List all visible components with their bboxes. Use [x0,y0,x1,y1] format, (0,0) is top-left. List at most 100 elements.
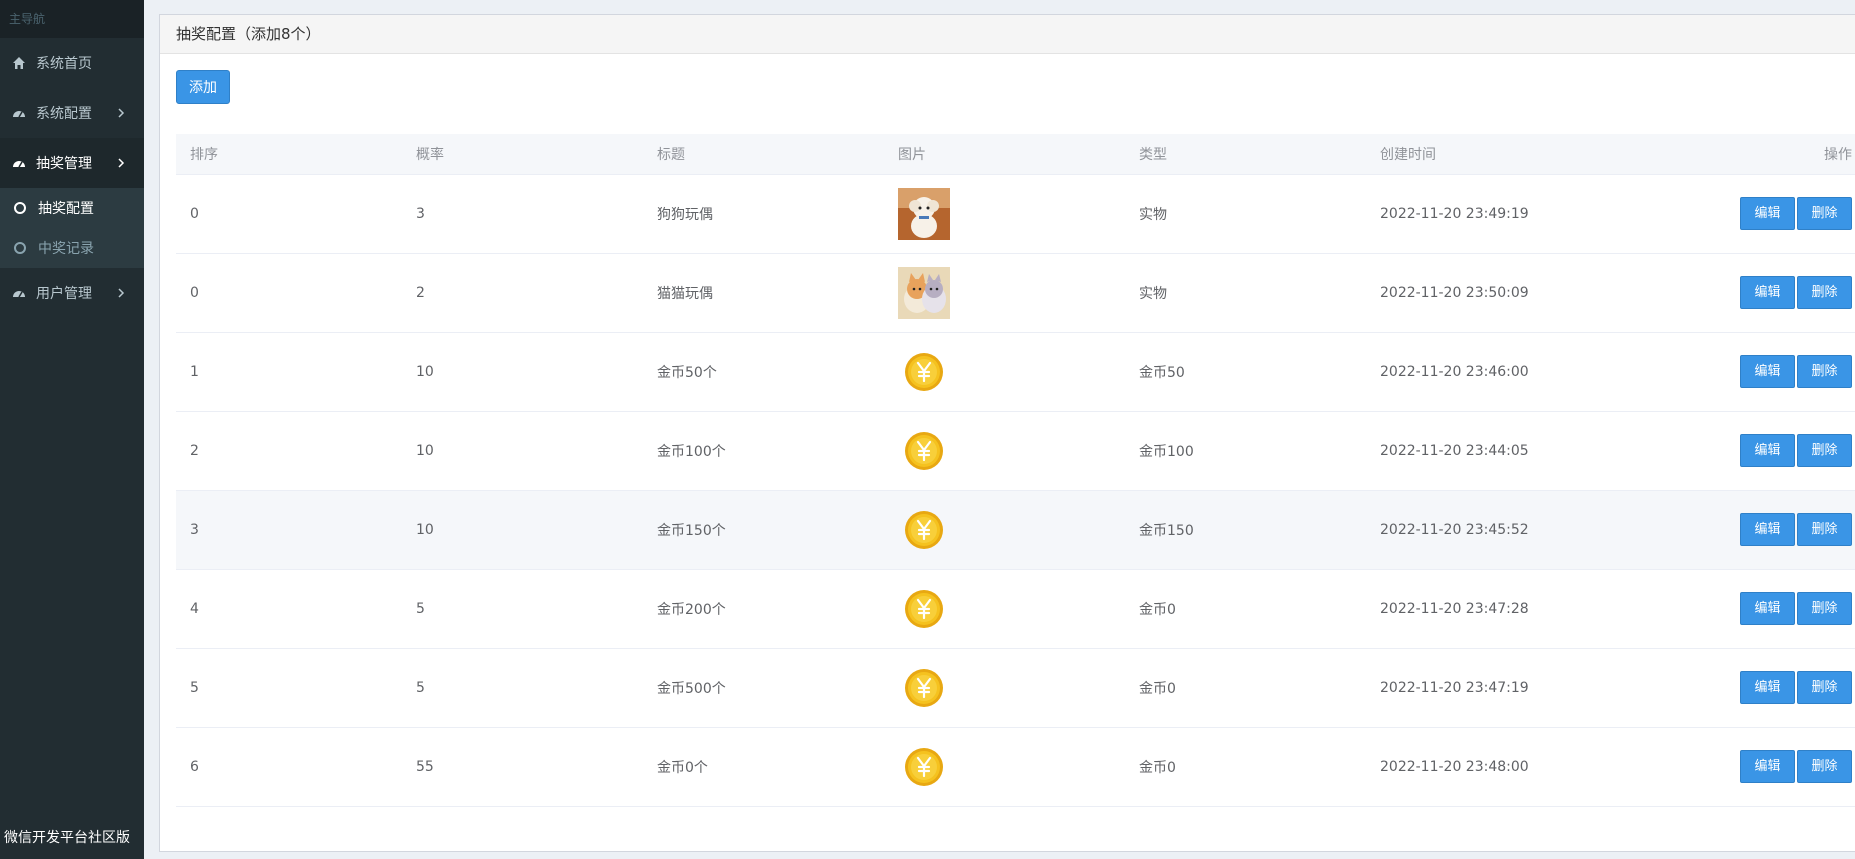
column-header-title: 标题 [643,134,884,175]
dog-toy-photo [898,187,950,240]
sidebar-item-home[interactable]: 系统首页 [0,38,144,88]
dashboard-icon [12,156,26,170]
cell-created-time: 2022-11-20 23:48:00 [1380,758,1529,775]
add-button[interactable]: 添加 [176,70,230,104]
circle-icon [14,202,26,214]
cell-image [884,727,1125,806]
cell-sort: 1 [190,363,199,380]
table-row: 5 5 金币500个 金币0 2022-11-20 23:47:19 编辑 删除 [176,648,1855,727]
gold-coin-icon [905,431,943,470]
sidebar-item-label: 抽奖管理 [36,156,92,172]
cell-actions: 编辑 删除 [1616,490,1855,569]
cell-created-time: 2022-11-20 23:49:19 [1380,205,1529,222]
panel-title: 抽奖配置（添加8个） [160,15,1855,54]
delete-button[interactable]: 删除 [1797,434,1852,467]
delete-button[interactable]: 删除 [1797,197,1852,230]
cell-title: 狗狗玩偶 [657,206,713,223]
edit-button[interactable]: 编辑 [1740,592,1795,625]
cell-sort: 0 [190,284,199,301]
cell-sort: 4 [190,600,199,617]
column-header-created-time: 创建时间 [1366,134,1616,175]
cell-image [884,174,1125,253]
gold-coin-icon [905,747,943,786]
cell-title: 金币50个 [657,364,717,381]
table-row: 4 5 金币200个 金币0 2022-11-20 23:47:28 编辑 删除 [176,569,1855,648]
cell-title: 金币100个 [657,443,726,460]
cell-actions: 编辑 删除 [1616,332,1855,411]
cell-actions: 编辑 删除 [1616,253,1855,332]
edit-button[interactable]: 编辑 [1740,276,1795,309]
cell-probability: 55 [416,758,434,775]
sidebar-subitem-lottery-config[interactable]: 抽奖配置 [0,188,144,228]
gold-coin-icon [905,589,943,628]
sidebar-item-label: 系统首页 [36,56,92,72]
cell-created-time: 2022-11-20 23:46:00 [1380,363,1529,380]
sidebar-subitem-winning-records[interactable]: 中奖记录 [0,228,144,268]
edit-button[interactable]: 编辑 [1740,750,1795,783]
cell-probability: 10 [416,442,434,459]
delete-button[interactable]: 删除 [1797,592,1852,625]
chevron-right-icon [117,157,125,169]
cell-title: 猫猫玩偶 [657,285,713,302]
cell-type: 金币100 [1139,443,1194,460]
delete-button[interactable]: 删除 [1797,750,1852,783]
table-row: 0 2 猫猫玩偶 实物 2022-11-20 23:50:09 编辑 删除 [176,253,1855,332]
edit-button[interactable]: 编辑 [1740,434,1795,467]
cell-image [884,411,1125,490]
cell-title: 金币150个 [657,522,726,539]
cell-created-time: 2022-11-20 23:45:52 [1380,521,1529,538]
delete-button[interactable]: 删除 [1797,276,1852,309]
cell-created-time: 2022-11-20 23:44:05 [1380,442,1529,459]
sidebar-item-label: 用户管理 [36,286,92,302]
sidebar: 主导航 系统首页 系统配置 抽奖管理 抽奖配置 中奖记录 用户管理 微信开发平台… [0,0,144,859]
column-header-image: 图片 [884,134,1125,175]
cell-title: 金币200个 [657,601,726,618]
delete-button[interactable]: 删除 [1797,355,1852,388]
nav-header: 主导航 [0,0,144,38]
edit-button[interactable]: 编辑 [1740,671,1795,704]
delete-button[interactable]: 删除 [1797,671,1852,704]
cell-sort: 5 [190,679,199,696]
sidebar-item-label: 系统配置 [36,106,92,122]
gold-coin-icon [905,510,943,549]
cell-type: 金币0 [1139,601,1176,618]
cell-image [884,332,1125,411]
home-icon [12,56,26,70]
cell-probability: 2 [416,284,425,301]
cell-type: 金币150 [1139,522,1194,539]
column-header-type: 类型 [1125,134,1366,175]
sidebar-subitem-label: 抽奖配置 [38,201,94,217]
cell-type: 实物 [1139,285,1167,302]
sidebar-subitem-label: 中奖记录 [38,241,94,257]
table-row: 0 3 狗狗玩偶 实物 2022-11-20 23:49:19 编辑 删除 [176,174,1855,253]
cell-probability: 5 [416,679,425,696]
cell-image [884,648,1125,727]
cell-probability: 10 [416,521,434,538]
cell-image [884,490,1125,569]
edit-button[interactable]: 编辑 [1740,513,1795,546]
cell-type: 金币0 [1139,759,1176,776]
sidebar-item-user-management[interactable]: 用户管理 [0,268,144,318]
cell-type: 实物 [1139,206,1167,223]
gold-coin-icon [905,352,943,391]
cell-sort: 3 [190,521,199,538]
table-header-row: 排序 概率 标题 图片 类型 创建时间 操作 [176,134,1855,175]
cell-sort: 6 [190,758,199,775]
dashboard-icon [12,286,26,300]
cell-actions: 编辑 删除 [1616,174,1855,253]
delete-button[interactable]: 删除 [1797,513,1852,546]
sidebar-item-lottery[interactable]: 抽奖管理 [0,138,144,188]
cell-sort: 0 [190,205,199,222]
cell-title: 金币0个 [657,759,708,776]
chevron-right-icon [117,287,125,299]
chevron-right-icon [117,107,125,119]
dashboard-icon [12,106,26,120]
cell-created-time: 2022-11-20 23:47:28 [1380,600,1529,617]
edit-button[interactable]: 编辑 [1740,355,1795,388]
column-header-actions: 操作 [1616,134,1855,175]
cell-probability: 5 [416,600,425,617]
sidebar-item-system-config[interactable]: 系统配置 [0,88,144,138]
edit-button[interactable]: 编辑 [1740,197,1795,230]
column-header-sort: 排序 [176,134,402,175]
cell-created-time: 2022-11-20 23:47:19 [1380,679,1529,696]
